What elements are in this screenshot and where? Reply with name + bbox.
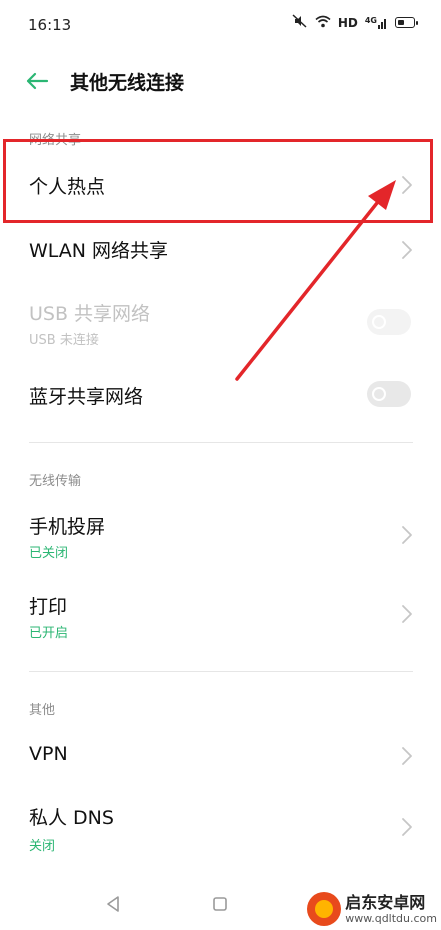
section-header-other: 其他 [29, 703, 56, 718]
bluetooth-sharing-row[interactable]: 蓝牙共享网络 [0, 358, 441, 430]
wlan-sharing-row[interactable]: WLAN 网络共享 [0, 214, 441, 286]
wifi-icon [315, 15, 331, 31]
status-icons: HD 4G [292, 14, 418, 31]
vpn-row[interactable]: VPN [0, 722, 441, 790]
triangle-back-icon [107, 896, 119, 912]
page-title: 其他无线连接 [70, 72, 185, 94]
cellular-signal-icon: 4G [364, 15, 388, 29]
watermark-name: 启东安卓网 [345, 892, 426, 912]
page-header: 其他无线连接 [0, 58, 441, 106]
usb-sharing-title: USB 共享网络 [29, 303, 151, 325]
print-status: 已开启 [29, 626, 69, 641]
private-dns-status: 关闭 [29, 839, 56, 854]
section-header-wireless-transfer: 无线传输 [29, 474, 82, 489]
screen-cast-row[interactable]: 手机投屏 已关闭 [0, 498, 441, 574]
chevron-right-icon [402, 241, 412, 259]
chevron-right-icon [402, 605, 412, 623]
print-row[interactable]: 打印 已开启 [0, 578, 441, 654]
section-divider [29, 442, 413, 443]
usb-sharing-status: USB 未连接 [29, 333, 99, 348]
print-title: 打印 [29, 596, 68, 618]
watermark-text: 启东安卓网 www.qdltdu.com [345, 892, 437, 925]
network-type-label: 4G [364, 15, 377, 25]
usb-sharing-row: USB 共享网络 USB 未连接 [0, 286, 441, 358]
nav-home-button[interactable] [208, 892, 232, 916]
vpn-title: VPN [29, 743, 68, 765]
watermark-url: www.qdltdu.com [345, 911, 437, 925]
chevron-right-icon [402, 818, 412, 836]
status-time: 16:13 [28, 16, 72, 34]
chevron-right-icon [402, 747, 412, 765]
screen-cast-status: 已关闭 [29, 546, 69, 561]
section-divider [29, 671, 413, 672]
screen-cast-title: 手机投屏 [29, 516, 106, 538]
annotation-highlight-box [3, 139, 433, 223]
watermark-logo-icon [307, 892, 342, 926]
back-arrow-icon [26, 72, 49, 90]
usb-sharing-toggle [367, 309, 411, 335]
bluetooth-sharing-title: 蓝牙共享网络 [29, 386, 144, 408]
nav-back-button[interactable] [101, 892, 125, 916]
status-bar: 16:13 HD 4G [0, 0, 441, 52]
toggle-knob [372, 315, 386, 329]
hd-indicator: HD [337, 15, 358, 30]
private-dns-row[interactable]: 私人 DNS 关闭 [0, 790, 441, 866]
bluetooth-sharing-toggle[interactable] [367, 381, 411, 407]
square-home-icon [213, 897, 227, 911]
toggle-knob [372, 387, 386, 401]
private-dns-title: 私人 DNS [29, 807, 114, 829]
watermark: 启东安卓网 www.qdltdu.com [307, 892, 437, 926]
mute-icon [292, 14, 308, 31]
back-button[interactable] [20, 66, 54, 96]
chevron-right-icon [402, 526, 412, 544]
battery-icon [395, 17, 418, 28]
wlan-sharing-title: WLAN 网络共享 [29, 240, 169, 262]
